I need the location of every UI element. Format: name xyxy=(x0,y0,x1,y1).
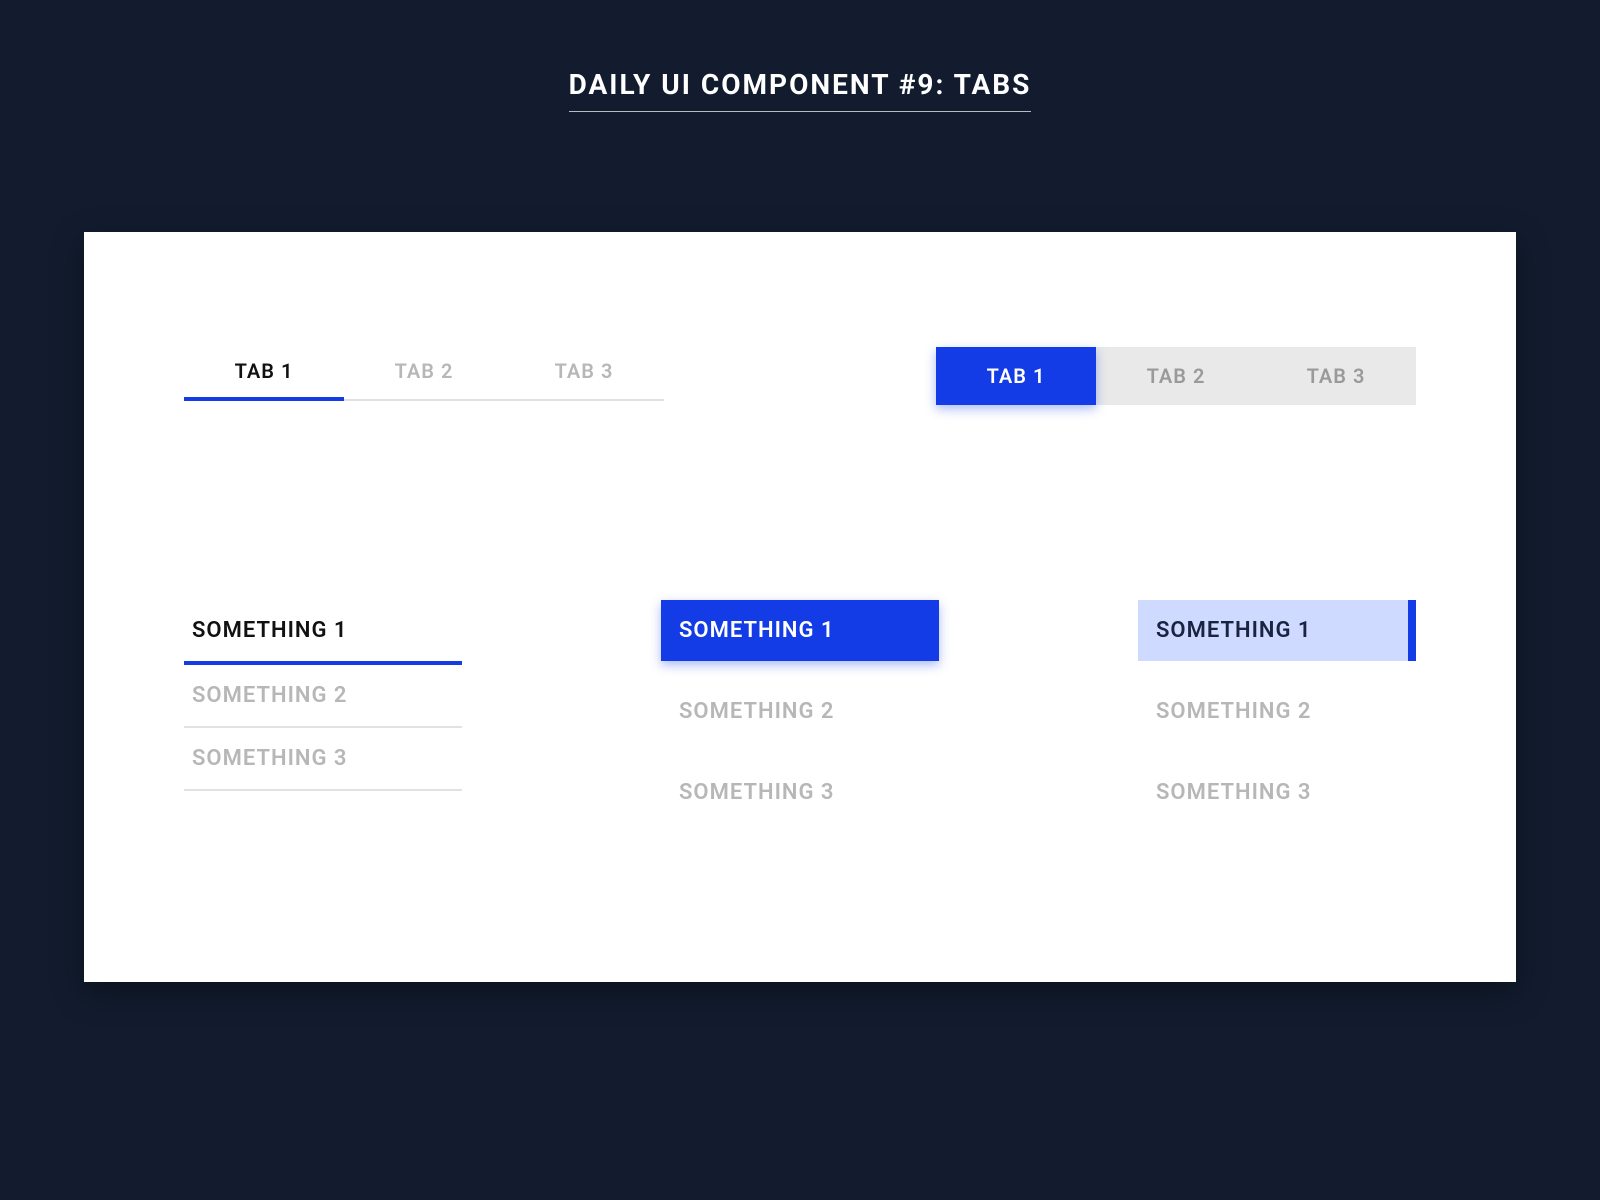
tab-a-1[interactable]: TAB 1 xyxy=(184,347,344,401)
tab-a-2[interactable]: TAB 2 xyxy=(344,347,504,401)
tab-c-2[interactable]: SOMETHING 2 xyxy=(184,665,462,728)
vertical-tabs-underline: SOMETHING 1 SOMETHING 2 SOMETHING 3 xyxy=(184,600,462,843)
horizontal-tabs-underline: TAB 1 TAB 2 TAB 3 xyxy=(184,347,664,401)
tab-d-3[interactable]: SOMETHING 3 xyxy=(661,762,939,823)
vertical-tabs-row: SOMETHING 1 SOMETHING 2 SOMETHING 3 SOME… xyxy=(184,600,1416,843)
showcase-card: TAB 1 TAB 2 TAB 3 TAB 1 TAB 2 TAB 3 SOME… xyxy=(84,232,1516,982)
vertical-tabs-solid: SOMETHING 1 SOMETHING 2 SOMETHING 3 xyxy=(661,600,939,843)
tab-b-2[interactable]: TAB 2 xyxy=(1096,347,1256,405)
page-title-text: DAILY UI COMPONENT #9: TABS xyxy=(569,68,1032,112)
tab-e-2[interactable]: SOMETHING 2 xyxy=(1138,681,1416,742)
tab-a-3[interactable]: TAB 3 xyxy=(504,347,664,401)
tab-c-1[interactable]: SOMETHING 1 xyxy=(184,600,462,665)
tab-e-3[interactable]: SOMETHING 3 xyxy=(1138,762,1416,823)
tab-d-1[interactable]: SOMETHING 1 xyxy=(661,600,939,661)
tab-d-2[interactable]: SOMETHING 2 xyxy=(661,681,939,742)
page-title: DAILY UI COMPONENT #9: TABS xyxy=(0,0,1600,112)
tab-b-1[interactable]: TAB 1 xyxy=(936,347,1096,405)
tab-c-3[interactable]: SOMETHING 3 xyxy=(184,728,462,791)
vertical-tabs-accent: SOMETHING 1 SOMETHING 2 SOMETHING 3 xyxy=(1138,600,1416,843)
horizontal-tabs-block: TAB 1 TAB 2 TAB 3 xyxy=(936,347,1416,405)
horizontal-tabs-row: TAB 1 TAB 2 TAB 3 TAB 1 TAB 2 TAB 3 xyxy=(184,347,1416,405)
tab-b-3[interactable]: TAB 3 xyxy=(1256,347,1416,405)
tab-e-1[interactable]: SOMETHING 1 xyxy=(1138,600,1416,661)
